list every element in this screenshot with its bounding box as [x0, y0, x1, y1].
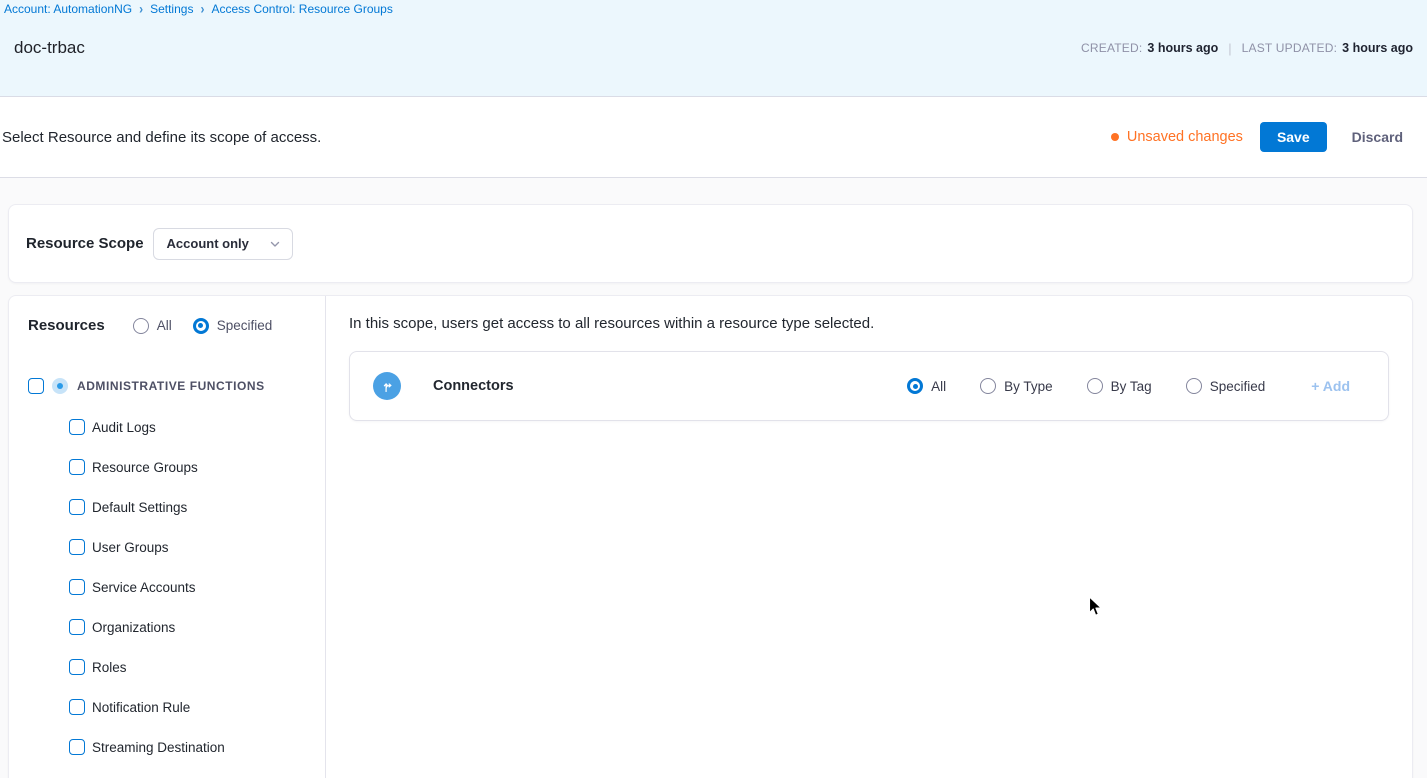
item-checkbox[interactable] [69, 459, 85, 475]
discard-button[interactable]: Discard [1342, 122, 1413, 152]
connector-name: Connectors [433, 378, 514, 394]
radio-label: By Tag [1111, 379, 1152, 394]
radio-label: Specified [1210, 379, 1266, 394]
resources-tree: ADMINISTRATIVE FUNCTIONS Audit Logs Reso… [9, 374, 325, 767]
radio-label: Specified [217, 318, 273, 333]
item-label: Resource Groups [92, 460, 198, 475]
radio-label: All [931, 379, 946, 394]
radio-icon [1087, 378, 1103, 394]
last-updated-value: 3 hours ago [1342, 41, 1413, 55]
resources-label: Resources [28, 317, 105, 334]
item-label: Default Settings [92, 500, 187, 515]
radio-selected-icon [907, 378, 923, 394]
tree-item-notification-rule[interactable]: Notification Rule [9, 687, 325, 727]
connector-icon [373, 372, 401, 400]
action-bar-controls: Unsaved changes Save Discard [1111, 122, 1413, 152]
resources-scope-options: All Specified [133, 318, 273, 334]
add-button[interactable]: + Add [1311, 378, 1350, 394]
radio-label: By Type [1004, 379, 1053, 394]
item-checkbox[interactable] [69, 419, 85, 435]
last-updated-label: LAST UPDATED: [1242, 41, 1338, 55]
title-row: doc-trbac CREATED: 3 hours ago | LAST UP… [0, 16, 1427, 58]
radio-label: All [157, 318, 172, 333]
unsaved-dot-icon [1111, 133, 1119, 141]
tree-item-audit-logs[interactable]: Audit Logs [9, 407, 325, 447]
tree-item-streaming-destination[interactable]: Streaming Destination [9, 727, 325, 767]
resources-right-panel: In this scope, users get access to all r… [326, 296, 1412, 778]
item-label: Audit Logs [92, 420, 156, 435]
resource-scope-selected-value: Account only [167, 236, 249, 251]
chevron-down-icon [269, 238, 281, 250]
resource-scope-dropdown[interactable]: Account only [153, 228, 293, 260]
item-checkbox[interactable] [69, 499, 85, 515]
tree-item-service-accounts[interactable]: Service Accounts [9, 567, 325, 607]
radio-selected-icon [193, 318, 209, 334]
tree-items: Audit Logs Resource Groups Default Setti… [9, 407, 325, 767]
tree-item-user-groups[interactable]: User Groups [9, 527, 325, 567]
scope-description: In this scope, users get access to all r… [349, 315, 1389, 332]
resources-header: Resources All Specified [9, 296, 325, 334]
breadcrumb-separator-icon: › [139, 1, 143, 17]
save-button[interactable]: Save [1260, 122, 1327, 152]
action-bar: Select Resource and define its scope of … [0, 97, 1427, 178]
tree-item-organizations[interactable]: Organizations [9, 607, 325, 647]
unsaved-changes-indicator: Unsaved changes [1111, 129, 1243, 145]
connector-access-options: All By Type By Tag Specified [907, 378, 1265, 394]
item-label: Service Accounts [92, 580, 196, 595]
page-header: Account: AutomationNG › Settings › Acces… [0, 0, 1427, 97]
resource-scope-label: Resource Scope [26, 235, 144, 252]
item-label: Roles [92, 660, 127, 675]
tree-item-resource-groups[interactable]: Resource Groups [9, 447, 325, 487]
breadcrumb: Account: AutomationNG › Settings › Acces… [0, 0, 1427, 16]
tree-item-default-settings[interactable]: Default Settings [9, 487, 325, 527]
connectors-row: Connectors All By Type By Tag [349, 351, 1389, 421]
breadcrumb-account-link[interactable]: Account: AutomationNG [4, 2, 132, 16]
item-label: Streaming Destination [92, 740, 225, 755]
action-bar-description: Select Resource and define its scope of … [2, 129, 321, 146]
item-label: User Groups [92, 540, 169, 555]
radio-icon [1186, 378, 1202, 394]
connector-radio-by-tag[interactable]: By Tag [1087, 378, 1152, 394]
item-checkbox[interactable] [69, 699, 85, 715]
connector-radio-all[interactable]: All [907, 378, 946, 394]
tree-item-roles[interactable]: Roles [9, 647, 325, 687]
resources-card: Resources All Specified ADMINIST [8, 295, 1413, 778]
item-checkbox[interactable] [69, 659, 85, 675]
group-checkbox[interactable] [28, 378, 44, 394]
connector-radio-specified[interactable]: Specified [1186, 378, 1266, 394]
item-checkbox[interactable] [69, 739, 85, 755]
page-title: doc-trbac [14, 38, 85, 58]
unsaved-changes-label: Unsaved changes [1127, 129, 1243, 145]
item-checkbox[interactable] [69, 579, 85, 595]
resources-radio-all[interactable]: All [133, 318, 172, 334]
breadcrumb-separator-icon: › [200, 1, 204, 17]
item-checkbox[interactable] [69, 539, 85, 555]
radio-icon [980, 378, 996, 394]
meta-divider: | [1228, 41, 1231, 56]
content-area: Resource Scope Account only Resources Al… [0, 178, 1427, 778]
item-checkbox[interactable] [69, 619, 85, 635]
connector-radio-by-type[interactable]: By Type [980, 378, 1053, 394]
item-label: Notification Rule [92, 700, 190, 715]
breadcrumb-settings-link[interactable]: Settings [150, 2, 193, 16]
group-label: ADMINISTRATIVE FUNCTIONS [77, 379, 265, 393]
tree-group-administrative-functions[interactable]: ADMINISTRATIVE FUNCTIONS [9, 374, 325, 398]
resources-left-panel: Resources All Specified ADMINIST [9, 296, 325, 778]
radio-icon [133, 318, 149, 334]
item-label: Organizations [92, 620, 175, 635]
resources-radio-specified[interactable]: Specified [193, 318, 273, 334]
resource-scope-card: Resource Scope Account only [8, 204, 1413, 283]
meta-info: CREATED: 3 hours ago | LAST UPDATED: 3 h… [1081, 41, 1413, 56]
created-label: CREATED: [1081, 41, 1142, 55]
breadcrumb-resource-groups-link[interactable]: Access Control: Resource Groups [211, 2, 392, 16]
created-value: 3 hours ago [1147, 41, 1218, 55]
admin-functions-icon [52, 378, 68, 394]
